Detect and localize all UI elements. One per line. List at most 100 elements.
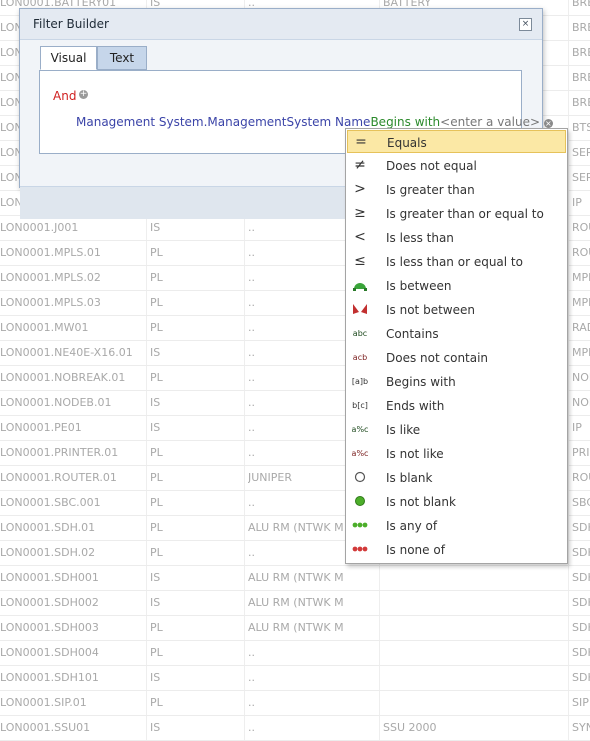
table-cell: BRE [572, 46, 590, 59]
table-cell: SDH [572, 546, 590, 559]
table-cell: LON0001.MPLS.03 [0, 296, 101, 309]
equals-icon: = [355, 134, 367, 150]
menu-item-equals[interactable]: = Equals [347, 130, 566, 153]
table-cell: LON0001.SDH.01 [0, 521, 96, 534]
table-cell: MPL [572, 271, 590, 284]
table-cell: SER [572, 146, 590, 159]
table-cell: SYN [572, 721, 590, 734]
menu-item-is-not-like[interactable]: a%c Is not like [347, 442, 566, 465]
less-equal-icon: ≤ [354, 253, 366, 269]
table-cell: BRE [572, 96, 590, 109]
close-icon[interactable]: × [519, 18, 532, 31]
table-cell: LON0001.J001 [0, 221, 79, 234]
table-row[interactable]: LON0001.SDH001 IS ALU RM (NTWK M SDH [0, 566, 590, 591]
table-cell: PL [150, 271, 163, 284]
menu-item-is-not-between[interactable]: Is not between [347, 298, 566, 321]
condition-row: Management System.ManagementSystem NameB… [76, 115, 553, 129]
table-cell: LON0001.MW01 [0, 321, 89, 334]
menu-item-label: Equals [387, 136, 427, 150]
table-cell: PL [150, 496, 163, 509]
table-cell: BRE [572, 0, 590, 9]
menu-item-is-like[interactable]: a%c Is like [347, 418, 566, 441]
not-blank-icon [352, 494, 368, 510]
table-row[interactable]: LON0001.SIP.01 PL.. SIP [0, 691, 590, 716]
table-cell: LON0001.ROUTER.01 [0, 471, 117, 484]
menu-item-ends-with[interactable]: b[c] Ends with [347, 394, 566, 417]
table-cell: SDH [572, 596, 590, 609]
condition-operator[interactable]: Begins with [370, 115, 440, 129]
table-row[interactable]: LON0001.SDH003 PL ALU RM (NTWK M SDH [0, 616, 590, 641]
between-icon [352, 278, 368, 294]
menu-item-is-less-than-or-equal-to[interactable]: ≤ Is less than or equal to [347, 250, 566, 273]
add-condition-icon[interactable]: + [79, 90, 88, 99]
table-cell: SER [572, 171, 590, 184]
not-equal-icon: ≠ [354, 157, 366, 173]
table-row[interactable]: LON0001.SDH002 IS ALU RM (NTWK M SDH [0, 591, 590, 616]
menu-item-is-none-of[interactable]: Is none of [347, 538, 566, 561]
table-row[interactable]: LON0001.SDH101 IS.. SDH [0, 666, 590, 691]
table-cell: PL [150, 521, 163, 534]
table-cell: LON0001.NE40E-X16.01 [0, 346, 133, 359]
table-cell: IP [572, 421, 582, 434]
table-cell: IS [150, 221, 161, 234]
table-cell: IS [150, 421, 161, 434]
menu-item-is-greater-than[interactable]: > Is greater than [347, 178, 566, 201]
table-cell: MPL [572, 296, 590, 309]
menu-item-label: Does not contain [386, 351, 489, 365]
table-cell: NOB [572, 371, 590, 384]
condition-value[interactable]: <enter a value> [440, 115, 540, 129]
menu-item-begins-with[interactable]: [a]b Begins with [347, 370, 566, 393]
menu-item-does-not-equal[interactable]: ≠ Does not equal [347, 154, 566, 177]
like-icon: a%c [351, 425, 369, 434]
menu-item-is-blank[interactable]: Is blank [347, 466, 566, 489]
table-row[interactable]: LON0001.SDH004 PL.. SDH [0, 641, 590, 666]
contains-icon: abc [352, 329, 368, 338]
menu-item-contains[interactable]: abc Contains [347, 322, 566, 345]
table-cell: .. [248, 721, 255, 734]
menu-item-is-not-blank[interactable]: Is not blank [347, 490, 566, 513]
table-row[interactable]: LON0001.SSU01 IS.. SSU 2000 SYN [0, 716, 590, 741]
begins-with-icon: [a]b [351, 377, 369, 386]
table-cell: LON0001.SDH002 [0, 596, 99, 609]
not-contains-icon: acb [352, 353, 368, 362]
table-cell: ROU [572, 471, 590, 484]
operator-menu: = Equals ≠ Does not equal > Is greater than ≥ I… [345, 128, 568, 564]
table-cell: LON0001.SDH003 [0, 621, 99, 634]
tab-text[interactable]: Text [97, 46, 147, 70]
table-cell: PL [150, 296, 163, 309]
blank-icon [352, 470, 368, 486]
condition-field[interactable]: Management System.ManagementSystem Name [76, 115, 370, 129]
table-cell: BRE [572, 21, 590, 34]
group-operator[interactable]: And [53, 89, 76, 103]
table-cell: SDH [572, 671, 590, 684]
table-cell: LON0001.MPLS.01 [0, 246, 101, 259]
menu-item-is-any-of[interactable]: Is any of [347, 514, 566, 537]
table-cell: IS [150, 671, 161, 684]
menu-item-label: Is none of [386, 543, 445, 557]
menu-item-is-greater-than-or-equal-to[interactable]: ≥ Is greater than or equal to [347, 202, 566, 225]
any-of-icon [352, 518, 368, 534]
not-like-icon: a%c [351, 449, 369, 458]
menu-item-label: Is not between [386, 303, 475, 317]
ends-with-icon: b[c] [352, 401, 368, 410]
table-cell: RAD [572, 321, 590, 334]
table-cell: SSU 2000 [383, 721, 437, 734]
dialog-title: Filter Builder [33, 17, 109, 31]
less-than-icon: < [354, 229, 366, 245]
table-cell: IS [150, 346, 161, 359]
table-cell: PRI [572, 446, 590, 459]
menu-item-label: Is not like [386, 447, 444, 461]
menu-item-does-not-contain[interactable]: acb Does not contain [347, 346, 566, 369]
remove-condition-icon[interactable]: × [543, 119, 553, 128]
menu-item-is-between[interactable]: Is between [347, 274, 566, 297]
menu-item-label: Does not equal [386, 159, 477, 173]
table-cell: LON0001.PE01 [0, 421, 82, 434]
table-cell: .. [248, 646, 255, 659]
table-cell: LON0001.SDH.02 [0, 546, 96, 559]
table-cell: PL [150, 321, 163, 334]
table-cell: LON0001.SDH004 [0, 646, 99, 659]
table-cell: SDH [572, 571, 590, 584]
tab-visual[interactable]: Visual [40, 46, 97, 70]
table-cell: ALU RM (NTWK M [248, 621, 344, 634]
menu-item-is-less-than[interactable]: < Is less than [347, 226, 566, 249]
